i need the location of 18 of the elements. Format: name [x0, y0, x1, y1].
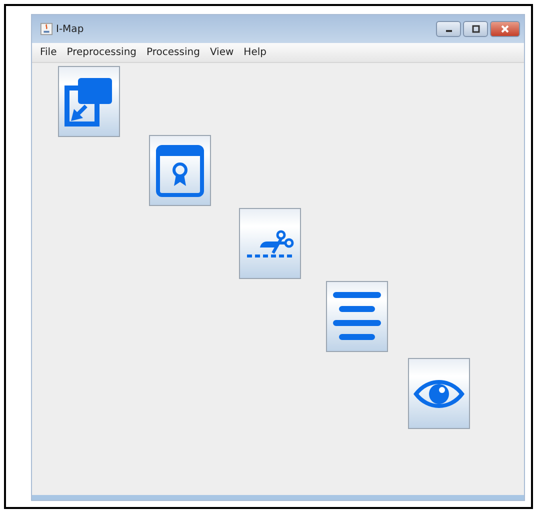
tool-button[interactable]: [408, 358, 470, 429]
java-cup-icon: [40, 22, 53, 36]
minimize-button[interactable]: [436, 21, 461, 37]
window-title: I-Map: [56, 24, 84, 34]
menu-item[interactable]: View: [210, 46, 234, 60]
menu-item[interactable]: Processing: [146, 46, 200, 60]
close-button[interactable]: [490, 21, 520, 37]
menu-item[interactable]: Preprocessing: [66, 46, 137, 60]
tool-button[interactable]: [326, 281, 388, 352]
tool-button[interactable]: [149, 135, 211, 206]
tool-button[interactable]: [239, 208, 301, 279]
tool-button[interactable]: [58, 66, 120, 137]
maximize-icon: [470, 25, 480, 33]
close-icon: [500, 25, 510, 33]
menu-item[interactable]: File: [40, 46, 57, 60]
certificate-icon: [153, 142, 207, 198]
maximize-button[interactable]: [463, 21, 488, 37]
menu-item[interactable]: Help: [244, 46, 266, 60]
